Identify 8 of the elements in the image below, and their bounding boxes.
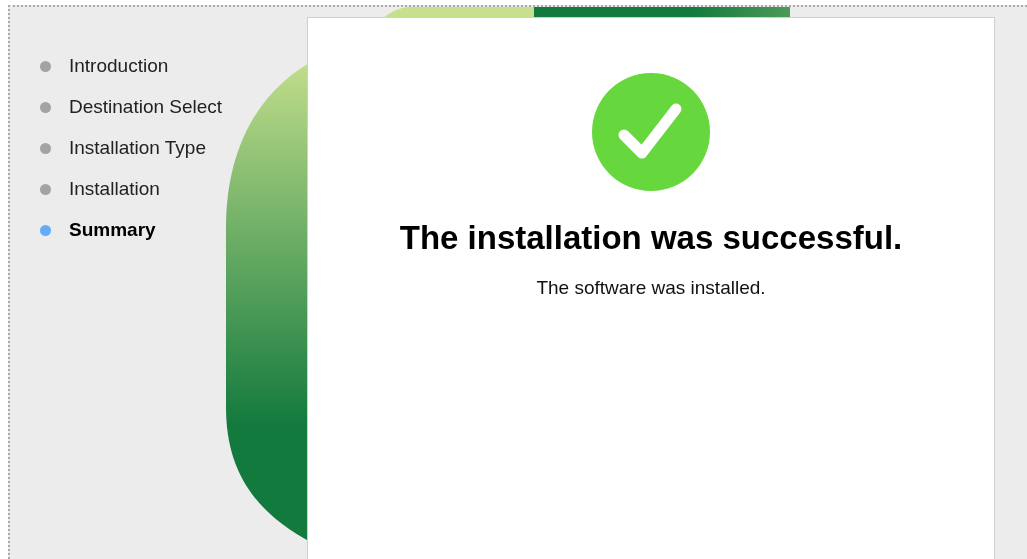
step-label: Introduction bbox=[69, 55, 169, 77]
step-label: Installation Type bbox=[69, 137, 206, 159]
step-label: Destination Select bbox=[69, 96, 223, 118]
success-heading: The installation was successful. bbox=[399, 219, 903, 257]
success-message: The software was installed. bbox=[536, 277, 766, 299]
checkmark-icon bbox=[592, 73, 710, 191]
step-label: Installation bbox=[69, 178, 160, 200]
step-label: Summary bbox=[69, 219, 156, 241]
